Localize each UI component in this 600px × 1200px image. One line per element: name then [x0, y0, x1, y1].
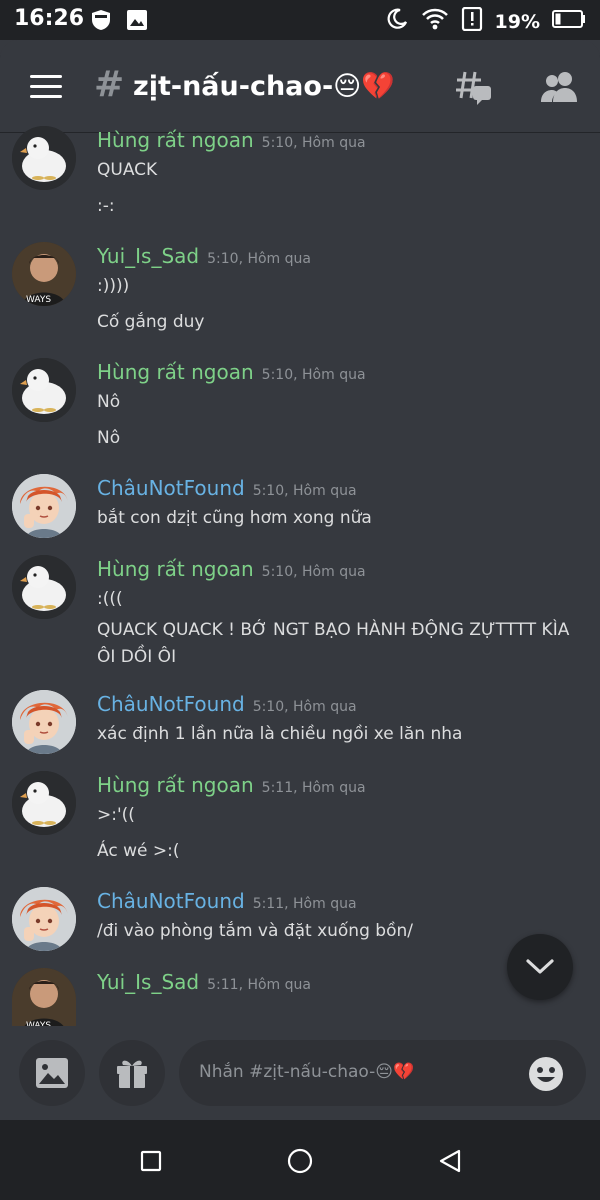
shield-icon [90, 9, 112, 35]
message-text: Nô [97, 428, 121, 448]
system-nav-bar [0, 1120, 600, 1200]
avatar[interactable] [12, 771, 76, 835]
message-text: :((( [97, 589, 123, 609]
message-timestamp: 5:11, Hôm qua [261, 780, 366, 796]
message-text: >:'(( [97, 805, 135, 825]
message-input[interactable]: Nhắn #zịt-nấu-chao-😔💔 [179, 1040, 586, 1106]
message-text: QUACK [97, 160, 158, 180]
image-icon [35, 1057, 69, 1093]
status-bar: 16:26 19% [0, 0, 600, 40]
message-timestamp: 5:11, Hôm qua [207, 977, 311, 993]
message-author[interactable]: Hùng rất ngoan 5:10, Hôm qua [97, 557, 366, 581]
avatar-shirt-text: WAYS [26, 1021, 51, 1026]
image-icon [126, 9, 148, 35]
alert-icon [461, 6, 483, 36]
menu-icon[interactable] [30, 75, 62, 99]
avatar[interactable] [12, 555, 76, 619]
status-time: 16:26 [14, 6, 85, 31]
avatar[interactable] [12, 474, 76, 538]
channel-title: zịt-nấu-chao-😔💔 [133, 71, 395, 102]
battery-icon [552, 10, 586, 33]
message-text: bắt con dzịt cũng hơm xong nữa [97, 508, 372, 528]
message-timestamp: 5:10, Hôm qua [252, 699, 357, 715]
message-text: :-: [97, 196, 115, 216]
avatar[interactable]: WAYS [12, 968, 76, 1026]
moon-icon [385, 7, 409, 36]
message-author[interactable]: ChâuNotFound 5:11, Hôm qua [97, 889, 357, 913]
message-timestamp: 5:10, Hôm qua [207, 251, 311, 267]
message-author[interactable]: Yui_Is_Sad 5:10, Hôm qua [97, 244, 311, 268]
chevron-down-icon [525, 958, 555, 980]
gift-button[interactable] [99, 1040, 165, 1106]
message-author[interactable]: Hùng rất ngoan 5:10, Hôm qua [97, 128, 366, 152]
message-input-placeholder: Nhắn #zịt-nấu-chao-😔💔 [199, 1062, 415, 1082]
message-timestamp: 5:10, Hôm qua [261, 564, 366, 580]
message-text: /đi vào phòng tắm và đặt xuống bồn/ [97, 921, 413, 941]
threads-icon[interactable] [455, 70, 493, 110]
avatar[interactable] [12, 358, 76, 422]
message-timestamp: 5:11, Hôm qua [252, 896, 357, 912]
avatar[interactable] [12, 887, 76, 951]
message-text: Cố gắng duy [97, 312, 205, 332]
battery-percent: 19% [494, 10, 540, 33]
message-author[interactable]: ChâuNotFound 5:10, Hôm qua [97, 476, 357, 500]
recents-icon[interactable] [140, 1150, 162, 1176]
message-author[interactable]: ChâuNotFound 5:10, Hôm qua [97, 692, 357, 716]
gift-icon [115, 1055, 149, 1093]
message-text: QUACK QUACK ! BỚ NGT BẠO HÀNH ĐỘNG ZỰTTT… [97, 620, 570, 667]
message-author[interactable]: Hùng rất ngoan 5:10, Hôm qua [97, 360, 366, 384]
message-author[interactable]: Hùng rất ngoan 5:11, Hôm qua [97, 773, 366, 797]
avatar[interactable]: WAYS [12, 242, 76, 306]
channel-header: # zịt-nấu-chao-😔💔 [0, 40, 600, 132]
avatar-shirt-text: WAYS [26, 295, 51, 305]
message-text: :)))) [97, 276, 130, 296]
message-text: Nô [97, 392, 121, 412]
home-icon[interactable] [287, 1148, 313, 1178]
wifi-icon [421, 7, 449, 36]
message-text: Ác wé >:( [97, 841, 180, 861]
message-author[interactable]: Yui_Is_Sad 5:11, Hôm qua [97, 970, 311, 994]
back-icon[interactable] [437, 1148, 463, 1178]
message-text: xác định 1 lần nữa là chiều ngồi xe lăn … [97, 724, 463, 744]
emoji-icon[interactable] [528, 1056, 564, 1096]
avatar[interactable] [12, 126, 76, 190]
avatar[interactable] [12, 690, 76, 754]
members-icon[interactable] [540, 70, 578, 108]
attach-image-button[interactable] [19, 1040, 85, 1106]
channel-hash-icon: # [94, 64, 125, 105]
message-timestamp: 5:10, Hôm qua [252, 483, 357, 499]
message-timestamp: 5:10, Hôm qua [261, 135, 366, 151]
message-timestamp: 5:10, Hôm qua [261, 367, 366, 383]
message-composer: Nhắn #zịt-nấu-chao-😔💔 [0, 1028, 600, 1120]
scroll-to-bottom-button[interactable] [507, 934, 573, 1000]
